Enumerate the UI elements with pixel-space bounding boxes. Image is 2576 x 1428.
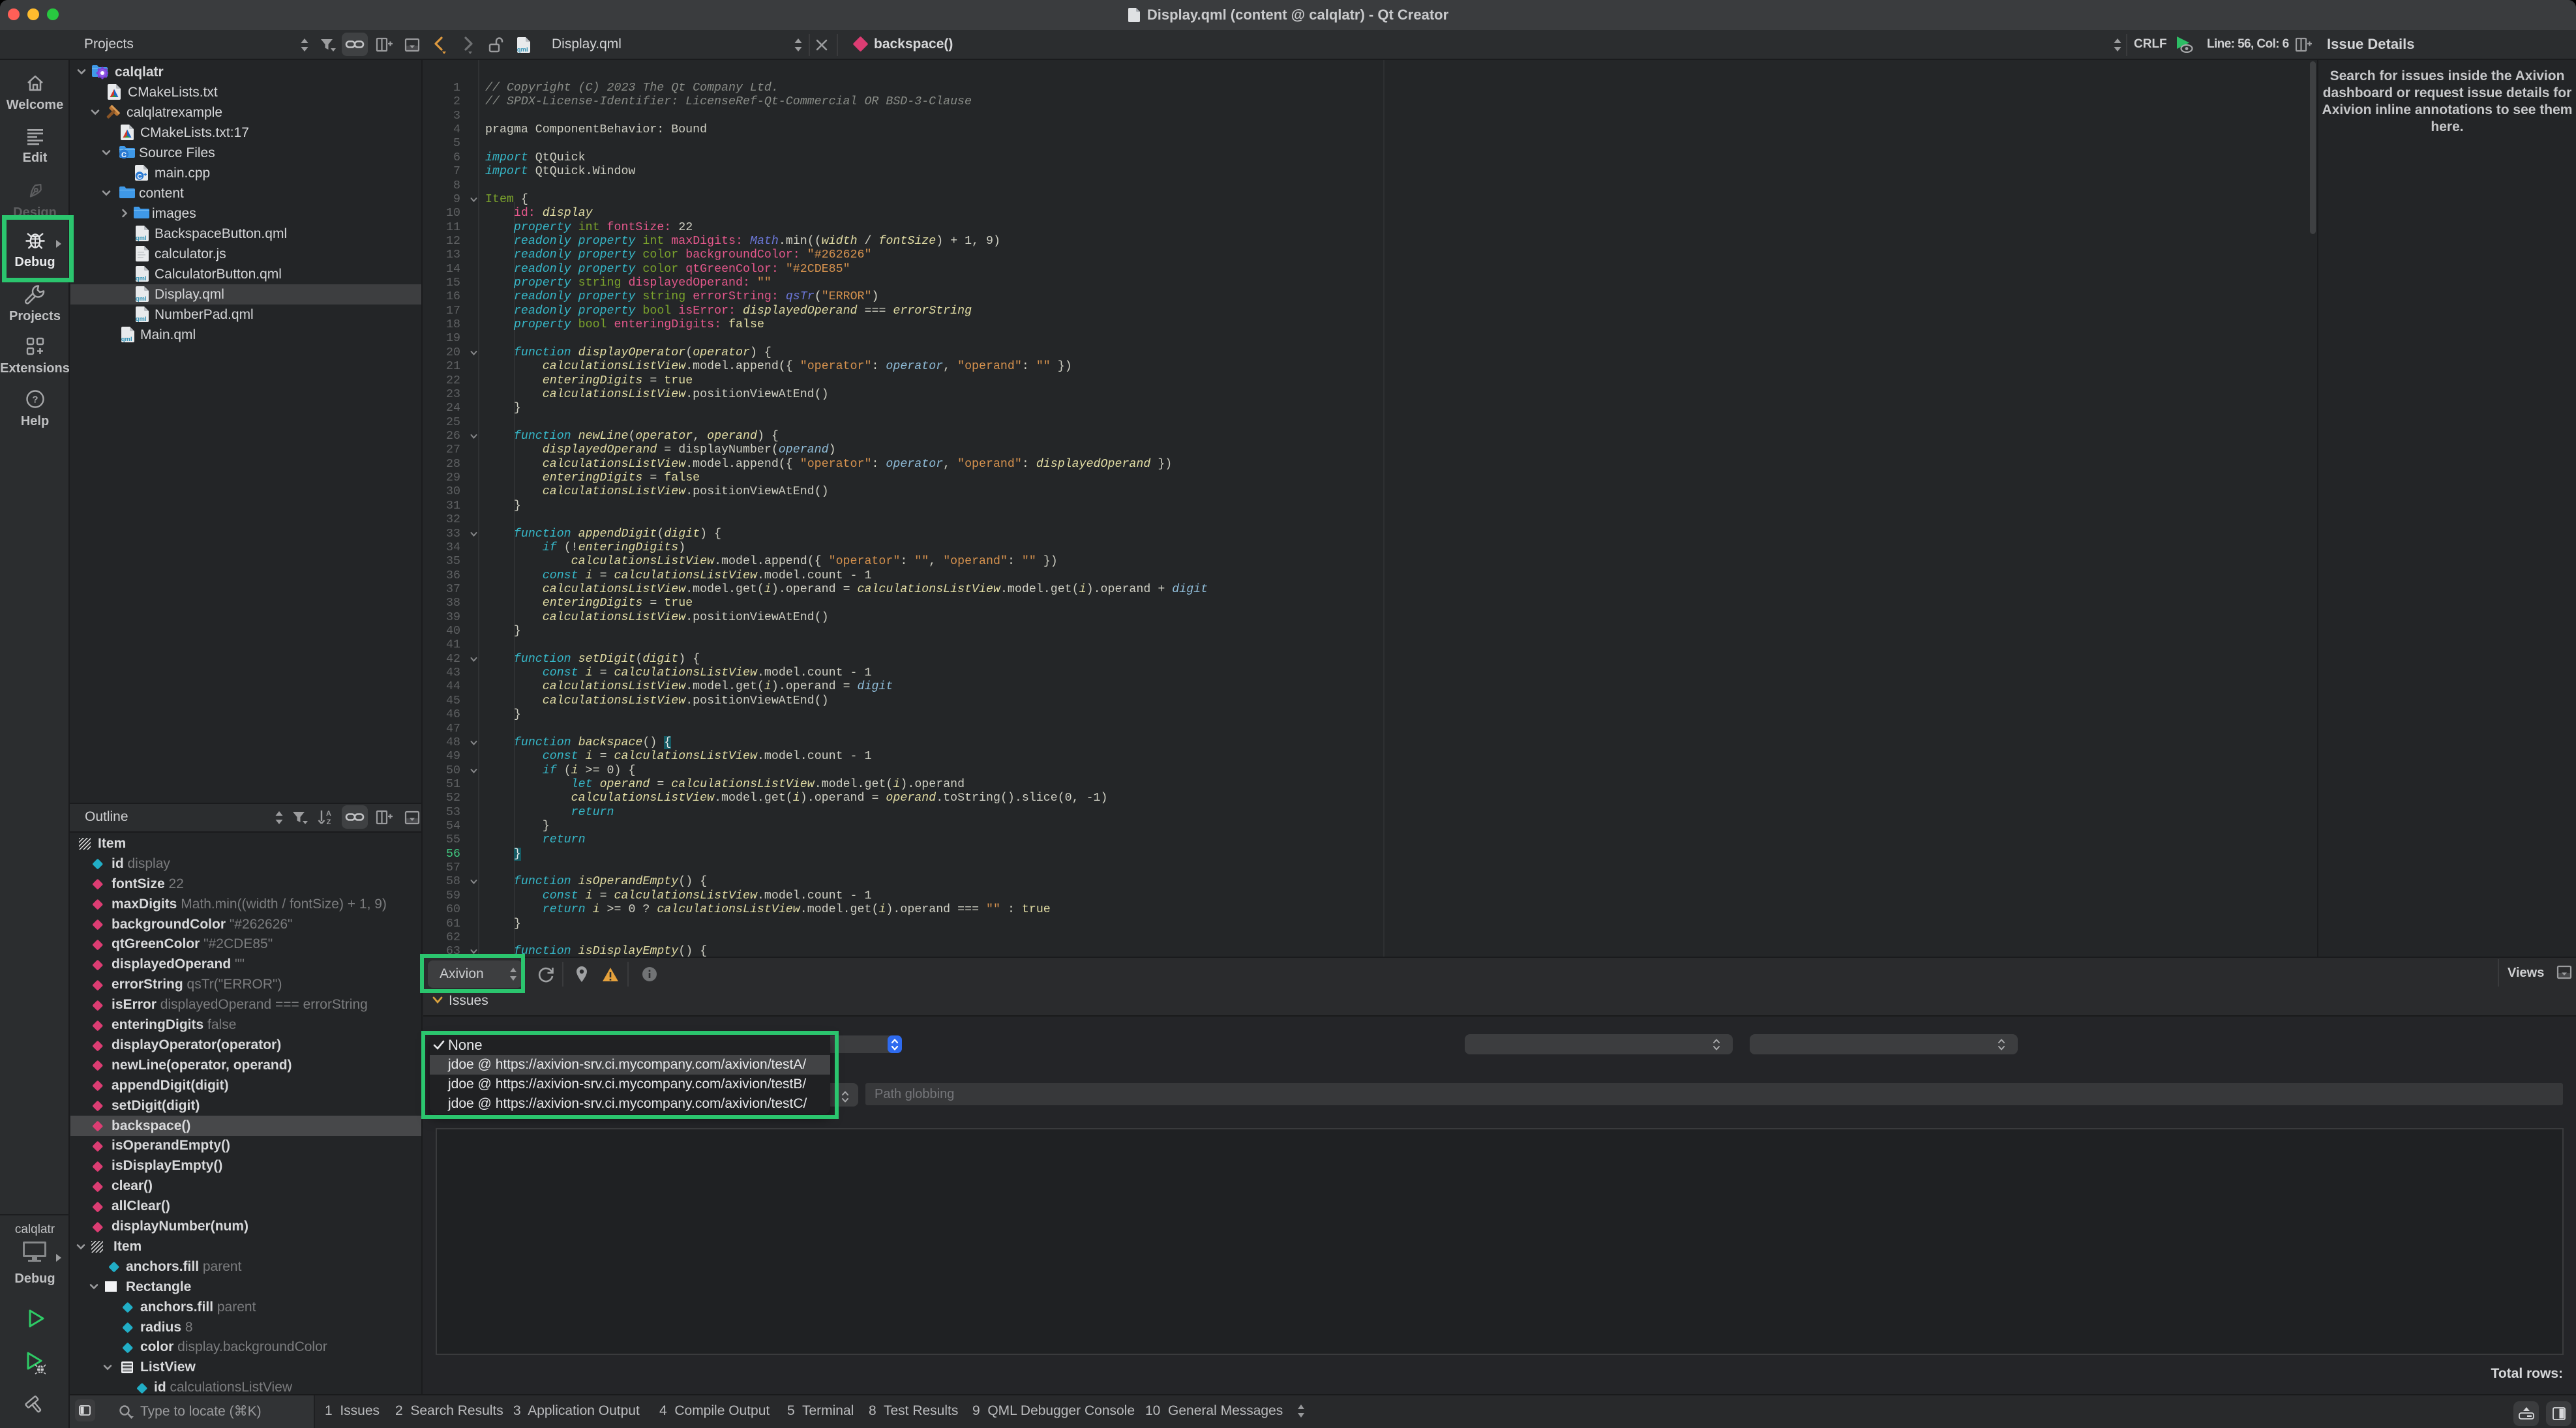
svg-text:qml: qml <box>136 295 147 303</box>
svg-text:A: A <box>326 810 331 818</box>
svg-text:qml: qml <box>136 316 147 323</box>
svg-text:C: C <box>121 151 127 159</box>
svg-text:qml: qml <box>517 46 528 53</box>
svg-text:Z: Z <box>327 818 331 826</box>
svg-text:qml: qml <box>136 275 147 282</box>
svg-text:qml: qml <box>136 235 147 242</box>
svg-text:qml: qml <box>121 336 132 343</box>
svg-text:?: ? <box>32 394 38 406</box>
svg-text:C: C <box>137 173 142 181</box>
